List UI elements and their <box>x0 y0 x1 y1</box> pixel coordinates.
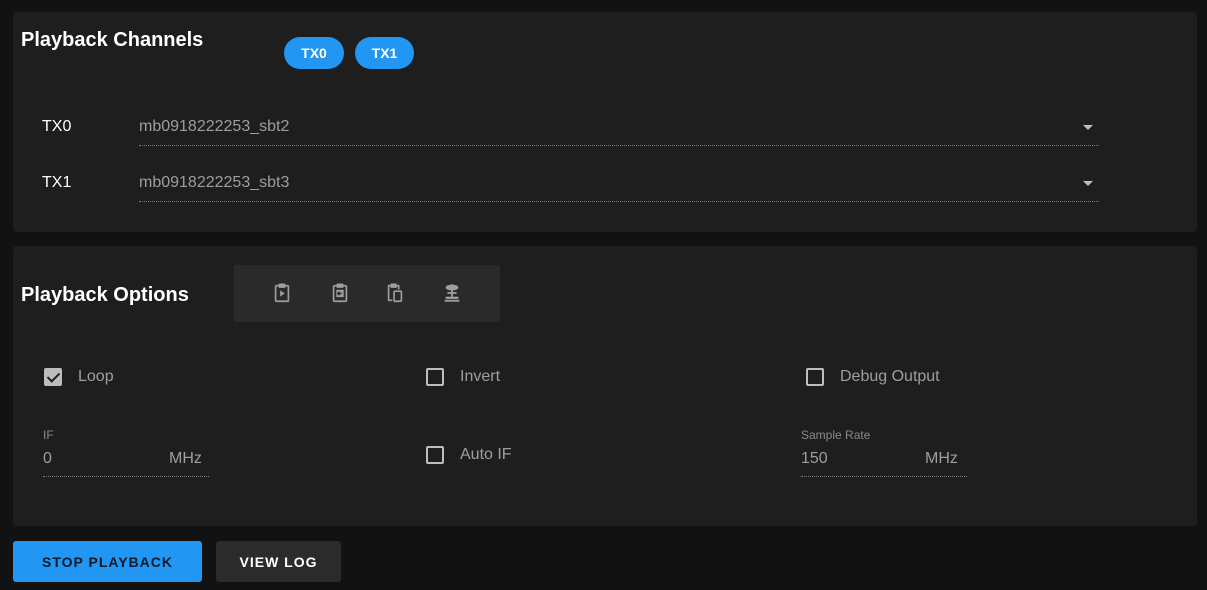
channel-chip-tx0[interactable]: TX0 <box>284 37 344 69</box>
tx0-select-value: mb0918222253_sbt2 <box>139 118 290 135</box>
chevron-down-icon <box>1083 125 1093 130</box>
checkbox-unchecked-icon <box>426 446 444 464</box>
sample-rate-value: 150 <box>801 450 828 467</box>
checkbox-checked-icon <box>44 368 62 386</box>
radio-tower-icon[interactable] <box>438 279 466 307</box>
if-underline <box>43 476 209 477</box>
stop-playback-button[interactable]: STOP PLAYBACK <box>13 541 202 582</box>
playback-channels-title: Playback Channels <box>21 29 204 51</box>
clipboard-play-icon[interactable] <box>268 279 296 307</box>
if-caption: IF <box>43 428 54 442</box>
tx1-label: TX1 <box>42 174 72 191</box>
tx0-select[interactable]: mb0918222253_sbt2 <box>139 112 1099 146</box>
sample-rate-caption: Sample Rate <box>801 428 871 442</box>
debug-output-label: Debug Output <box>840 368 940 385</box>
if-unit: MHz <box>169 450 202 467</box>
sample-rate-input[interactable]: Sample Rate 150 MHz <box>801 428 967 480</box>
loop-checkbox[interactable]: Loop <box>44 368 114 386</box>
sample-rate-underline <box>801 476 967 477</box>
channel-chip-tx1[interactable]: TX1 <box>355 37 414 69</box>
chevron-down-icon <box>1083 181 1093 186</box>
invert-label: Invert <box>460 368 501 385</box>
auto-if-label: Auto IF <box>460 446 512 463</box>
loop-label: Loop <box>78 368 114 385</box>
clipboard-copy-icon[interactable] <box>381 279 409 307</box>
invert-checkbox[interactable]: Invert <box>426 368 500 386</box>
if-input[interactable]: IF 0 MHz <box>43 428 209 480</box>
tx0-label: TX0 <box>42 118 72 135</box>
playback-options-card <box>13 246 1197 526</box>
view-log-button[interactable]: VIEW LOG <box>216 541 341 582</box>
sample-rate-unit: MHz <box>925 450 958 467</box>
checkbox-unchecked-icon <box>806 368 824 386</box>
playback-options-title: Playback Options <box>21 284 189 306</box>
clipboard-arrow-left-icon[interactable] <box>326 279 354 307</box>
debug-output-checkbox[interactable]: Debug Output <box>806 368 940 386</box>
auto-if-checkbox[interactable]: Auto IF <box>426 446 512 464</box>
tx1-select[interactable]: mb0918222253_sbt3 <box>139 168 1099 202</box>
checkbox-unchecked-icon <box>426 368 444 386</box>
if-value: 0 <box>43 450 52 467</box>
tx1-select-value: mb0918222253_sbt3 <box>139 174 290 191</box>
